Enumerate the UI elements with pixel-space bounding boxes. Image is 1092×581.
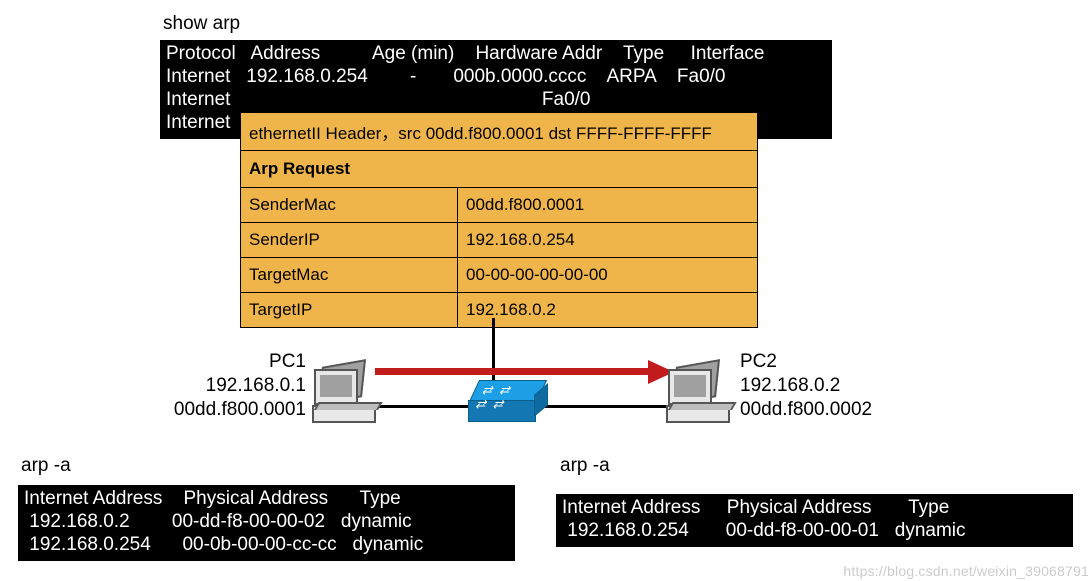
pc2-icon [666,363,730,425]
router-table-header: Protocol Address Age (min) Hardware Addr… [166,42,826,65]
target-mac-key: TargetMac [241,258,458,292]
pc2-arp-row-0: 192.168.0.254 00-dd-f8-00-00-01 dynamic [562,519,1067,542]
sender-mac-key: SenderMac [241,188,458,222]
arp-packet-box: ethernetII Header，src 00dd.f800.0001 dst… [240,112,758,328]
target-mac-val: 00-00-00-00-00-00 [458,258,757,292]
pc1-arp-table: Internet Address Physical Address Type 1… [18,485,515,561]
pc1-arp-header: Internet Address Physical Address Type [24,487,509,510]
pc1-mac: 00dd.f800.0001 [120,398,306,422]
pc1-arp-row-0: 192.168.0.2 00-dd-f8-00-00-02 dynamic [24,510,509,533]
router-cmd-label: show arp [163,13,240,35]
sender-mac-row: SenderMac 00dd.f800.0001 [241,188,757,223]
wire-vertical [492,318,495,388]
target-ip-val: 192.168.0.2 [458,293,757,327]
pc2-arp-cmd-label: arp -a [560,455,610,477]
pc1-ip: 192.168.0.1 [120,374,306,398]
pc2-mac: 00dd.f800.0002 [740,398,940,422]
arp-request-title: Arp Request [241,151,757,188]
pc1-name: PC1 [120,350,306,374]
ethernet-header: ethernetII Header，src 00dd.f800.0001 dst… [241,113,757,151]
sender-ip-row: SenderIP 192.168.0.254 [241,223,757,258]
switch-icon: ⇄ ⇄⇄ ⇄ [468,380,546,426]
pc2-name: PC2 [740,350,940,374]
pc1-arp-row-1: 192.168.0.254 00-0b-00-00-cc-cc dynamic [24,533,509,556]
target-ip-key: TargetIP [241,293,458,327]
pc2-ip: 192.168.0.2 [740,374,940,398]
pc2-arp-table: Internet Address Physical Address Type 1… [556,494,1073,547]
pc1-arp-cmd-label: arp -a [21,455,71,477]
pc1-label: PC1 192.168.0.1 00dd.f800.0001 [120,350,306,422]
watermark: https://blog.csdn.net/weixin_39068791 [843,563,1089,579]
pc2-arp-header: Internet Address Physical Address Type [562,496,1067,519]
router-row-1: Internet Fa0/0 [166,88,826,111]
arp-broadcast-arrow [375,368,650,375]
sender-ip-key: SenderIP [241,223,458,257]
target-mac-row: TargetMac 00-00-00-00-00-00 [241,258,757,293]
target-ip-row: TargetIP 192.168.0.2 [241,293,757,327]
sender-mac-val: 00dd.f800.0001 [458,188,757,222]
sender-ip-val: 192.168.0.254 [458,223,757,257]
pc1-icon [312,363,376,425]
router-row-0: Internet 192.168.0.254 - 000b.0000.cccc … [166,65,826,88]
pc2-label: PC2 192.168.0.2 00dd.f800.0002 [740,350,940,422]
